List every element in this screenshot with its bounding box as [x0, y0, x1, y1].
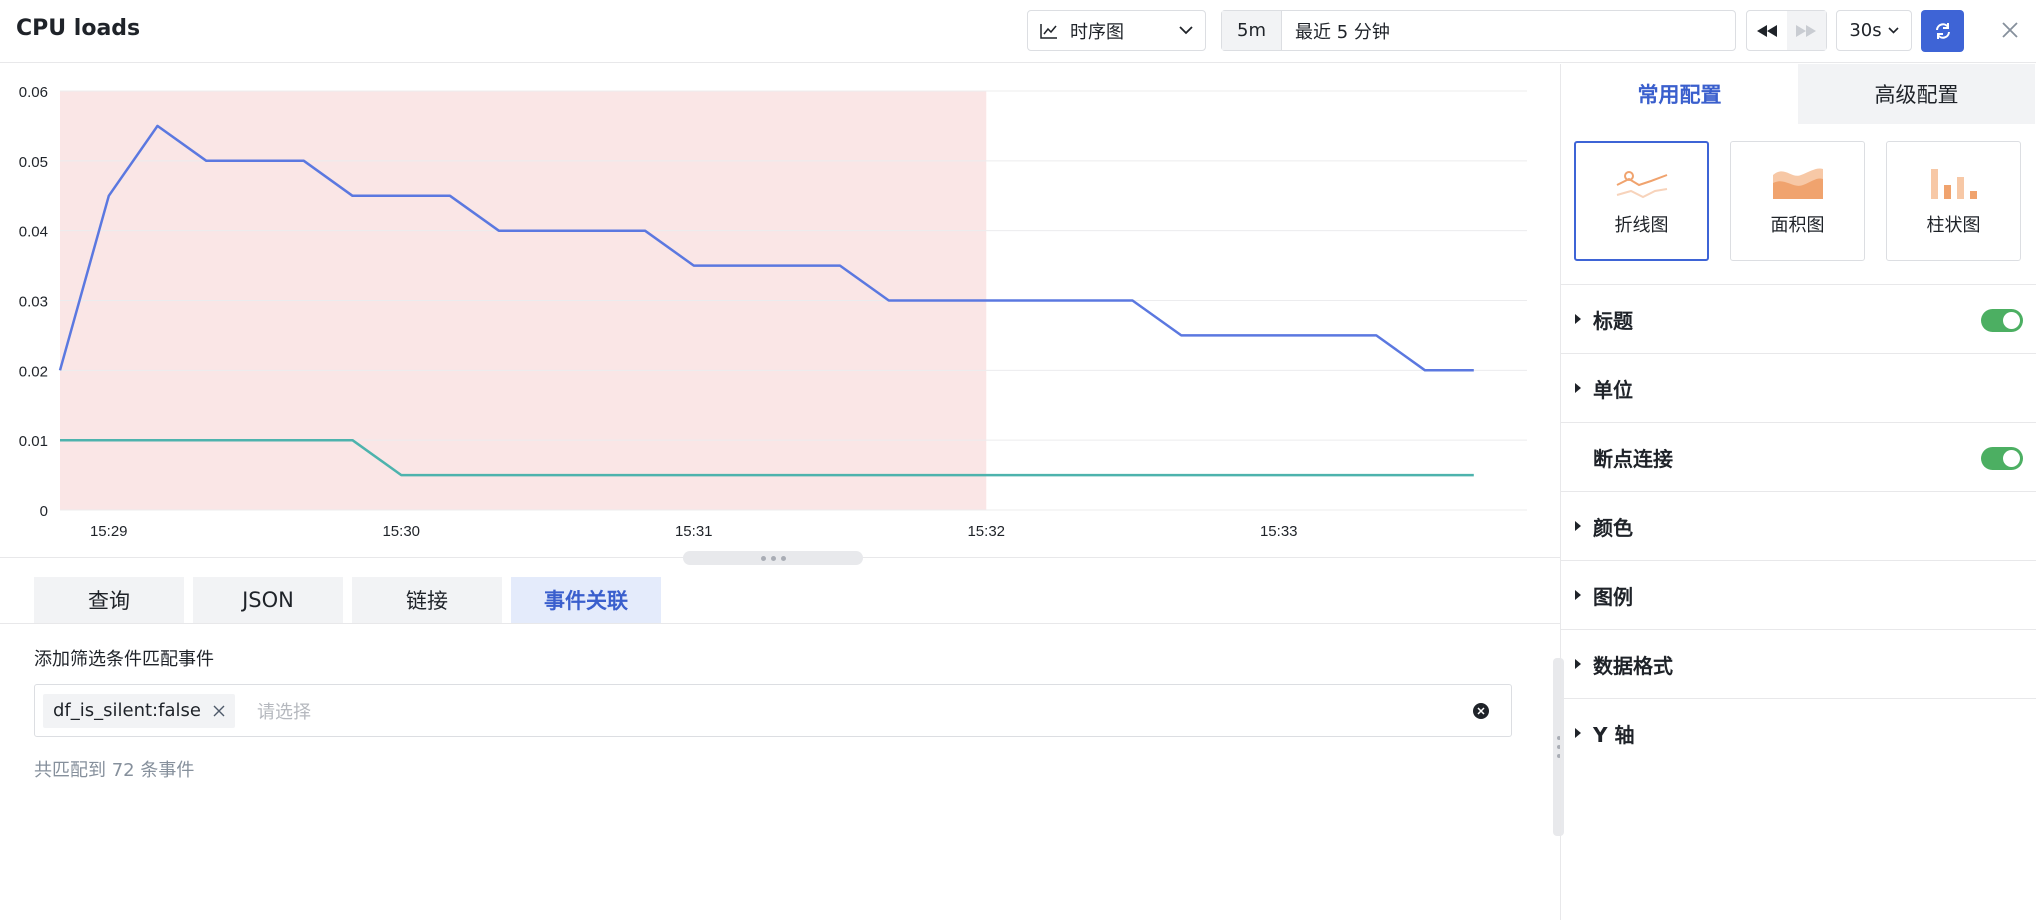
tab-common-config[interactable]: 常用配置 [1561, 64, 1798, 124]
tab-query[interactable]: 查询 [34, 577, 184, 623]
connect-nulls-toggle[interactable] [1981, 447, 2023, 470]
refresh-button[interactable] [1921, 10, 1964, 52]
filter-tag: df_is_silent:false [43, 693, 235, 728]
config-unit[interactable]: 单位 [1561, 353, 2036, 422]
config-legend-label: 图例 [1593, 584, 1633, 609]
config-legend[interactable]: 图例 [1561, 560, 2036, 629]
config-tabs: 常用配置 高级配置 [1561, 64, 2036, 124]
area-chart-icon [1772, 168, 1823, 199]
config-data-format-label: 数据格式 [1593, 653, 1673, 678]
x-tick-label: 15:29 [90, 523, 128, 540]
caret-right-icon [1575, 383, 1581, 393]
filter-placeholder: 请选择 [256, 701, 311, 723]
y-tick-label: 0.01 [19, 433, 48, 450]
config-y-axis-label: Y 轴 [1593, 722, 1635, 747]
chart-container: 0.06 0.05 0.04 0.03 0.02 0.01 0 15:29 15:30 15:31… [0, 64, 1560, 558]
title-toggle[interactable] [1981, 309, 2023, 332]
y-tick-label: 0 [40, 503, 48, 520]
config-connect-nulls: 断点连接 [1561, 422, 2036, 491]
y-tick-label: 0.02 [19, 363, 48, 380]
tab-json[interactable]: JSON [193, 577, 343, 623]
query-tabs: 查询 JSON 链接 事件关联 [34, 577, 661, 623]
bar-chart-icon [1930, 169, 1977, 199]
x-tick-label: 15:32 [967, 523, 1005, 540]
config-connect-nulls-label: 断点连接 [1593, 446, 1673, 471]
time-range-label: 最近 5 分钟 [1295, 21, 1390, 43]
refresh-interval-value: 30s [1849, 20, 1882, 41]
chart-type-bar-label: 柱状图 [1926, 215, 1981, 236]
x-tick-label: 15:33 [1260, 523, 1298, 540]
chart-resize-handle[interactable] [683, 551, 863, 565]
event-filter-select[interactable]: df_is_silent:false 请选择 [34, 684, 1512, 737]
event-match-count: 共匹配到 72 条事件 [34, 760, 195, 781]
tab-advanced-config[interactable]: 高级配置 [1798, 64, 2035, 124]
filter-tag-label: df_is_silent:false [53, 700, 201, 721]
caret-right-icon [1575, 728, 1581, 738]
event-filter-label: 添加筛选条件匹配事件 [34, 649, 214, 670]
y-tick-label: 0.05 [19, 154, 48, 171]
config-color[interactable]: 颜色 [1561, 491, 2036, 560]
line-chart-icon [1040, 23, 1057, 39]
y-tick-label: 0.04 [19, 224, 48, 241]
close-icon [2002, 22, 2018, 38]
config-data-format[interactable]: 数据格式 [1561, 629, 2036, 698]
caret-right-icon [1575, 590, 1581, 600]
refresh-icon [1935, 23, 1950, 39]
time-series-chart: 0.06 0.05 0.04 0.03 0.02 0.01 0 15:29 15:30 15:31… [19, 84, 1527, 540]
fast-forward-icon [1796, 24, 1817, 37]
x-tick-label: 15:30 [382, 523, 420, 540]
tab-event-correlation[interactable]: 事件关联 [511, 577, 661, 623]
forward-button[interactable] [1786, 11, 1826, 50]
config-color-label: 颜色 [1593, 515, 1633, 540]
chevron-down-icon [1888, 27, 1899, 34]
y-tick-label: 0.03 [19, 294, 48, 311]
time-nav-group [1746, 10, 1827, 51]
chart-type-cards: 折线图 面积图 柱状图 [1574, 141, 2021, 261]
x-tick-label: 15:31 [675, 523, 713, 540]
clear-all-icon[interactable] [1473, 702, 1489, 719]
panel-title: CPU loads [16, 16, 141, 41]
chart-type-line-label: 折线图 [1614, 215, 1669, 236]
chart-type-area[interactable]: 面积图 [1730, 141, 1865, 261]
refresh-interval-select[interactable]: 30s [1836, 10, 1912, 51]
chart-type-area-label: 面积图 [1770, 215, 1825, 236]
chart-type-select[interactable]: 时序图 [1027, 10, 1206, 51]
time-range-short: 5m [1222, 11, 1282, 50]
config-title[interactable]: 标题 [1561, 284, 2036, 353]
time-range-picker[interactable]: 5m 最近 5 分钟 [1221, 10, 1736, 51]
config-list: 标题 单位 断点连接 颜色 图例 数据格式 Y 轴 [1561, 284, 2036, 767]
config-unit-label: 单位 [1593, 377, 1633, 402]
rewind-button[interactable] [1747, 11, 1787, 50]
chart-type-bar[interactable]: 柱状图 [1886, 141, 2021, 261]
tab-link[interactable]: 链接 [352, 577, 502, 623]
y-tick-label: 0.06 [19, 84, 48, 101]
config-y-axis[interactable]: Y 轴 [1561, 698, 2036, 767]
chevron-down-icon [1179, 26, 1193, 35]
close-icon[interactable] [213, 705, 225, 717]
chart-type-label: 时序图 [1070, 21, 1124, 43]
caret-right-icon [1575, 521, 1581, 531]
close-button[interactable] [1996, 16, 2024, 44]
config-side-panel: 常用配置 高级配置 折线图 面积图 柱状图 标题 单位 断点连接 颜色 图例 数… [1561, 64, 2036, 920]
tabs-divider [0, 623, 1560, 624]
chart-type-line[interactable]: 折线图 [1574, 141, 1709, 261]
caret-right-icon [1575, 314, 1581, 324]
config-title-label: 标题 [1593, 308, 1633, 333]
caret-right-icon [1575, 659, 1581, 669]
header-bar: CPU loads 时序图 5m 最近 5 分钟 30s [0, 0, 2036, 63]
rewind-icon [1756, 24, 1777, 37]
line-chart-icon [1616, 171, 1667, 199]
